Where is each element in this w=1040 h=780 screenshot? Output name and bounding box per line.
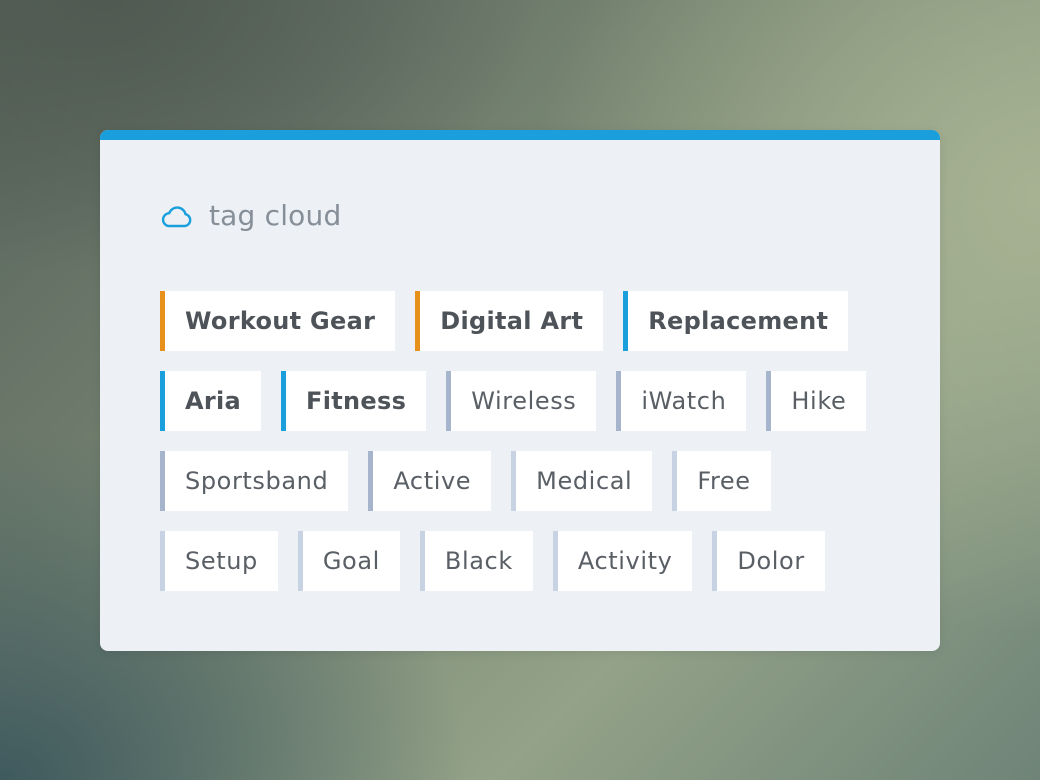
tag-iwatch[interactable]: iWatch	[616, 371, 747, 431]
tag-goal[interactable]: Goal	[297, 531, 400, 591]
card-title: tag cloud	[209, 199, 342, 232]
tag-hike[interactable]: Hike	[766, 371, 867, 431]
card-header: tag cloud	[160, 198, 341, 234]
tag-row: Sportsband Active Medical Free	[160, 451, 900, 511]
tag-workout-gear[interactable]: Workout Gear	[160, 291, 396, 351]
tag-row: Aria Fitness Wireless iWatch Hike	[160, 371, 900, 431]
tag-row: Workout Gear Digital Art Replacement	[160, 291, 900, 351]
tag-list: Workout Gear Digital Art Replacement Ari…	[160, 291, 900, 611]
tag-row: Setup Goal Black Activity Dolor	[160, 531, 900, 591]
tag-medical[interactable]: Medical	[511, 451, 653, 511]
tag-digital-art[interactable]: Digital Art	[415, 291, 604, 351]
tag-dolor[interactable]: Dolor	[712, 531, 825, 591]
tag-free[interactable]: Free	[672, 451, 771, 511]
tag-aria[interactable]: Aria	[160, 371, 262, 431]
cloud-icon	[160, 203, 193, 229]
tag-black[interactable]: Black	[419, 531, 533, 591]
tag-sportsband[interactable]: Sportsband	[160, 451, 349, 511]
tag-setup[interactable]: Setup	[160, 531, 278, 591]
tag-cloud-card: tag cloud Workout Gear Digital Art Repla…	[100, 130, 940, 651]
card-accent-bar	[100, 130, 940, 140]
tag-active[interactable]: Active	[368, 451, 492, 511]
tag-replacement[interactable]: Replacement	[623, 291, 849, 351]
tag-wireless[interactable]: Wireless	[446, 371, 597, 431]
tag-fitness[interactable]: Fitness	[281, 371, 427, 431]
tag-activity[interactable]: Activity	[552, 531, 693, 591]
